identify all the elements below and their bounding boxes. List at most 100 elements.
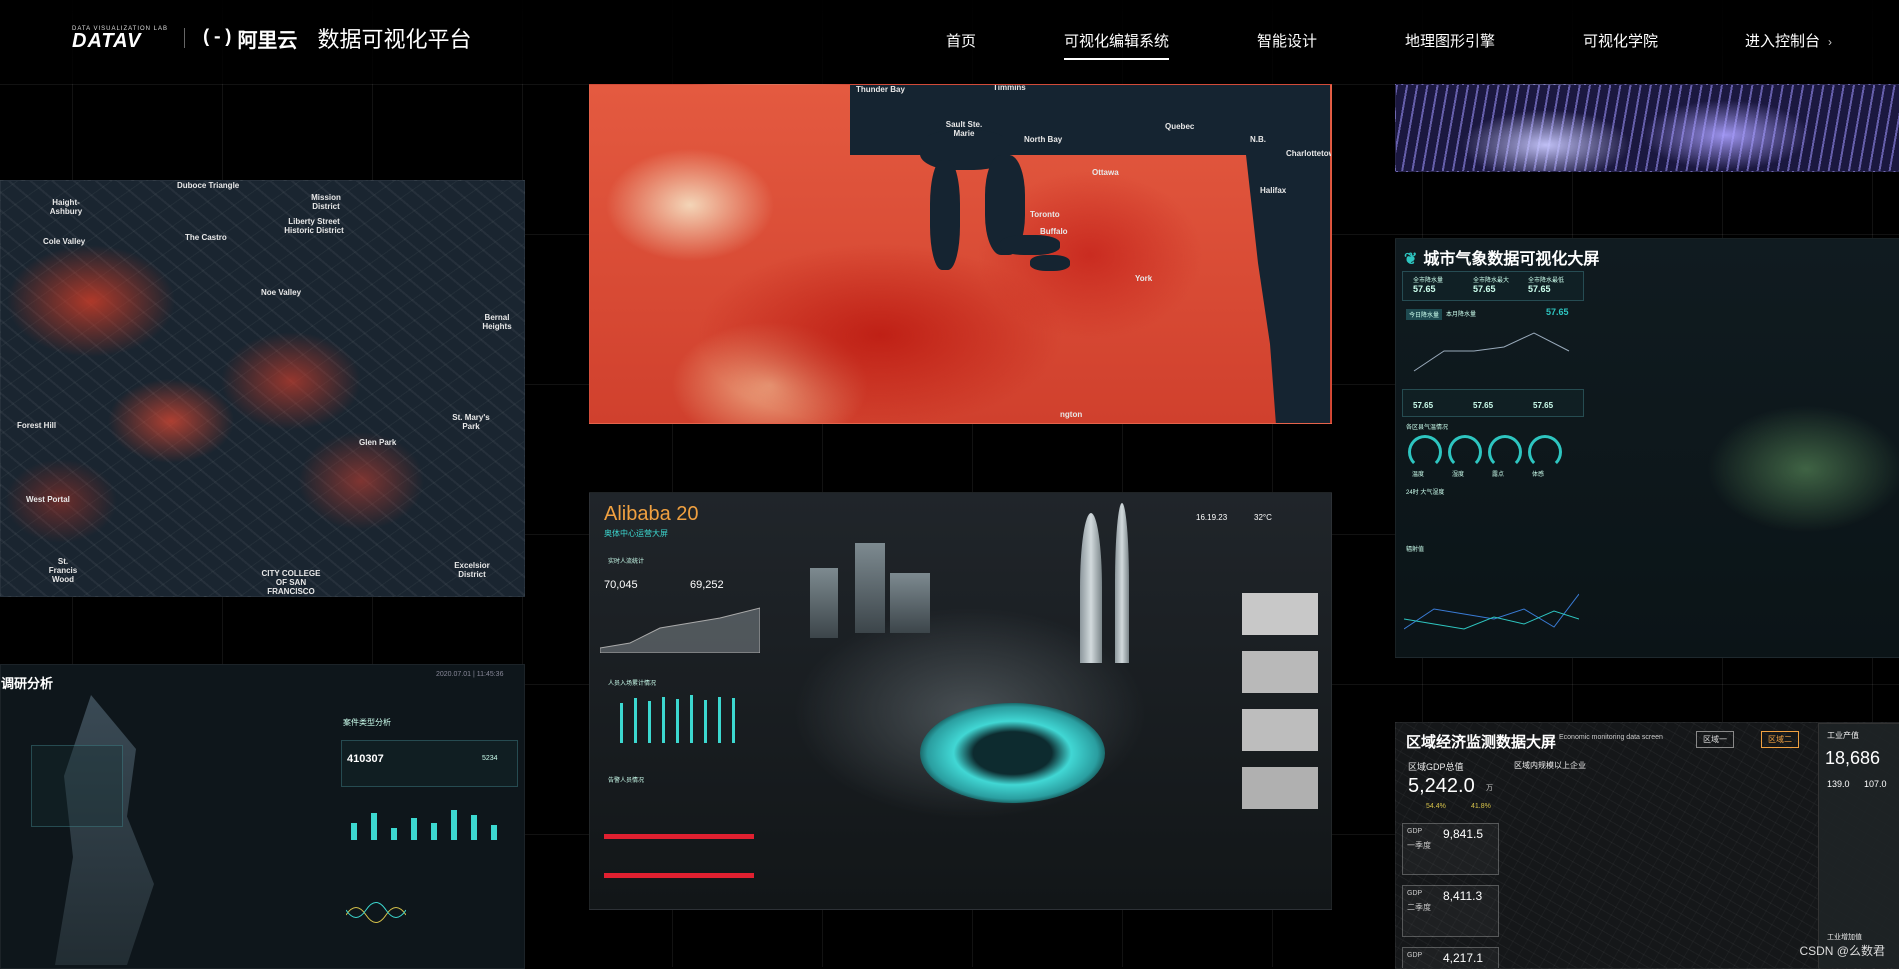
- map-label: Haight-Ashbury: [49, 198, 83, 216]
- nav-item-home[interactable]: 首页: [946, 30, 976, 51]
- bar: [718, 697, 721, 743]
- stat-label: 全市降水最低: [1528, 278, 1565, 284]
- gauge-label: 露点: [1492, 472, 1505, 478]
- gdp-total: 5,242.0: [1408, 775, 1475, 797]
- stat-value: 57.65: [1473, 401, 1494, 410]
- gauge: [1448, 435, 1482, 469]
- stat-label: 全市降水最大: [1473, 278, 1510, 284]
- growth-1: 54.4%: [1426, 803, 1446, 810]
- alibaba-stadium-card[interactable]: Alibaba 20 奥体中心运营大屏 16.19.23 32°C 实时人流统计…: [589, 492, 1332, 910]
- weather-dashboard-card[interactable]: ❦ 城市气象数据可视化大屏 全市降水量 57.65 全市降水最大 57.65 全市…: [1395, 238, 1899, 658]
- thumbnail[interactable]: [1242, 593, 1318, 635]
- map-label: N.B.: [1250, 135, 1266, 144]
- map-label: St. Mary's Park: [452, 413, 490, 431]
- map-label: Halifax: [1260, 186, 1287, 195]
- section-title: 24时 大气湿度: [1406, 490, 1445, 496]
- nav-item-academy[interactable]: 可视化学院: [1583, 30, 1658, 51]
- us-heatmap-card[interactable]: Thunder Bay Timmins Sault Ste. Marie Nor…: [589, 84, 1332, 424]
- research-dashboard-card[interactable]: 调研分析 2020.07.01 | 11:45:36 案件类型分析 410307…: [0, 664, 525, 969]
- econ-dashboard-card[interactable]: 区域经济监测数据大屏 Economic monitoring data scre…: [1395, 722, 1899, 969]
- brand-divider: [184, 28, 186, 48]
- tab-today[interactable]: 今日降水量: [1406, 309, 1443, 320]
- bar: [732, 698, 735, 743]
- bar: [471, 815, 477, 840]
- map-label: York: [1135, 274, 1153, 283]
- bar: [690, 695, 693, 743]
- region-2-button[interactable]: 区域二: [1761, 731, 1799, 748]
- brand[interactable]: DATA VISUALIZATION LAB DATAV (-) 阿里云 数据可…: [72, 22, 471, 54]
- lake: [930, 160, 960, 270]
- wave-chart: [346, 902, 406, 923]
- q2-value: 8,411.3: [1443, 889, 1483, 903]
- date-display: 2020.07.01 | 11:45:36: [436, 671, 504, 678]
- big-value: 57.65: [1546, 307, 1569, 317]
- gdp-title: 区域GDP总值: [1408, 762, 1464, 772]
- ocean-area: [1246, 155, 1330, 423]
- map-label: Timmins: [993, 84, 1026, 92]
- section-title: 人员入场累计情况: [608, 681, 657, 687]
- stat-value: 57.65: [1473, 284, 1496, 294]
- thumbnail[interactable]: [1242, 709, 1318, 751]
- building: [810, 568, 838, 638]
- console-label: 进入控制台: [1745, 33, 1821, 50]
- info-panel: [31, 745, 123, 827]
- chevron-right-icon: ›: [1828, 35, 1833, 49]
- dashboard-title: ❦ 城市气象数据可视化大屏: [1404, 245, 1599, 269]
- datav-wordmark: DATAV: [72, 30, 142, 52]
- thumbnail[interactable]: [1242, 651, 1318, 693]
- q1-value: 9,841.5: [1443, 827, 1484, 841]
- platform-title: 数据可视化平台: [317, 27, 472, 52]
- temp-display: 32°C: [1254, 513, 1272, 522]
- q3-box: GDP 4,217.1: [1402, 947, 1499, 968]
- tab-month[interactable]: 本月降水量: [1446, 309, 1476, 318]
- stat-value: 57.65: [1413, 401, 1434, 410]
- alert-row: [604, 873, 754, 878]
- gauge-label: 湿度: [1452, 472, 1465, 478]
- map-label: Forest Hill: [17, 421, 57, 430]
- stat-value: 410307: [347, 753, 384, 765]
- lake: [1000, 235, 1060, 255]
- map-label: Excelsior District: [454, 561, 490, 579]
- map-label: Glen Park: [359, 438, 397, 447]
- datav-logo: DATA VISUALIZATION LAB DATAV: [72, 26, 168, 52]
- stat-value: 57.65: [1528, 284, 1551, 294]
- bar: [411, 817, 417, 840]
- region-1-button[interactable]: 区域一: [1696, 731, 1734, 748]
- purple-viz-card[interactable]: [1395, 84, 1899, 172]
- bar: [676, 699, 679, 743]
- nav-item-smart-design[interactable]: 智能设计: [1257, 30, 1317, 51]
- bar: [371, 812, 377, 840]
- q1-box: GDP 一季度 9,841.5: [1402, 823, 1499, 875]
- region-map: [55, 695, 154, 965]
- lake: [1030, 255, 1070, 271]
- nav-item-geo-engine[interactable]: 地理图形引擎: [1405, 30, 1495, 51]
- topo-map-card[interactable]: Duboce Triangle Haight-Ashbury Mission D…: [0, 180, 525, 597]
- section-title: 案件类型分析: [343, 718, 391, 727]
- bar: [620, 703, 623, 743]
- right-sub-2: 107.0: [1864, 779, 1887, 789]
- bar: [451, 810, 457, 840]
- bar: [391, 827, 397, 840]
- stat-value: 5234: [482, 755, 498, 762]
- map-label: The Castro: [185, 233, 227, 242]
- nav-item-console[interactable]: 进入控制台 ›: [1745, 30, 1832, 51]
- aliyun-name: 阿里云: [237, 29, 298, 52]
- aliyun-icon: (-): [201, 28, 234, 48]
- building: [855, 543, 885, 633]
- right-sub-1: 139.0: [1827, 779, 1850, 789]
- map-label: St. Francis Wood: [48, 557, 78, 584]
- thumbnail[interactable]: [1242, 767, 1318, 809]
- gdp-tag: GDP: [1407, 890, 1423, 897]
- value-2: 69,252: [690, 579, 724, 591]
- map-label: Buffalo: [1040, 227, 1068, 236]
- right-title: 工业产值: [1827, 731, 1859, 740]
- map-label: Bernal Heights: [482, 313, 512, 331]
- gdp-tag: GDP: [1407, 828, 1423, 835]
- nav-item-editor[interactable]: 可视化编辑系统: [1064, 30, 1170, 60]
- gauge: [1528, 435, 1562, 469]
- q3-value: 4,217.1: [1443, 951, 1484, 965]
- gauge-label: 体感: [1532, 472, 1545, 478]
- map-label: Cole Valley: [43, 237, 86, 246]
- bar: [491, 825, 497, 840]
- map-label: Quebec: [1165, 122, 1195, 131]
